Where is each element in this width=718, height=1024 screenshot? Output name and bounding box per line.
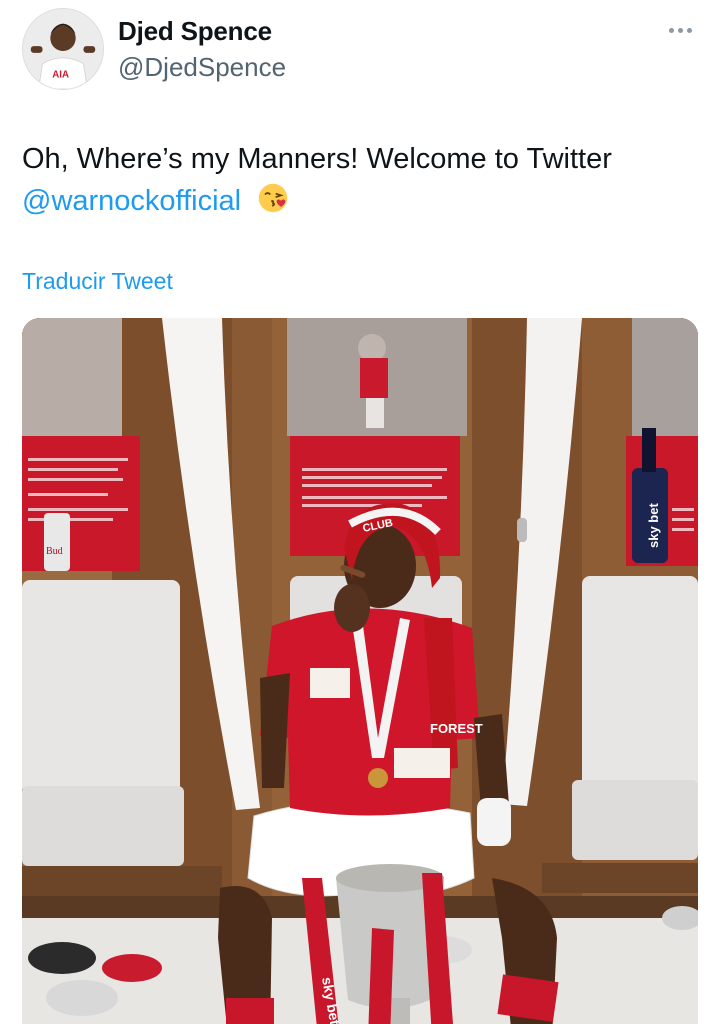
shirt-club-text: FOREST	[430, 721, 483, 736]
mention-link[interactable]: @warnockofficial	[22, 185, 241, 217]
kissing-face-emoji-icon	[258, 183, 288, 213]
photo-image: sky bet Bud FOREST CLUB sky bet	[22, 318, 698, 1024]
tweet-text: Oh, Where’s my Manners! Welcome to Twitt…	[22, 138, 702, 222]
author-display-name[interactable]: Djed Spence	[118, 16, 272, 47]
tweet-card: AIA Djed Spence @DjedSpence Oh, Where’s …	[0, 0, 718, 1024]
avatar[interactable]: AIA	[22, 8, 104, 90]
tweet-text-line: Oh, Where’s my Manners! Welcome to Twitt…	[22, 143, 612, 175]
bottle-sponsor-text: sky bet	[646, 503, 661, 548]
tweet-media-photo[interactable]: sky bet Bud FOREST CLUB sky bet	[22, 318, 698, 1024]
can-label-text: Bud	[46, 546, 63, 557]
translate-tweet-link[interactable]: Traducir Tweet	[22, 268, 173, 295]
more-options-icon[interactable]	[664, 18, 696, 42]
author-handle[interactable]: @DjedSpence	[118, 52, 286, 83]
avatar-jersey-text: AIA	[52, 69, 69, 80]
avatar-image: AIA	[23, 9, 103, 89]
